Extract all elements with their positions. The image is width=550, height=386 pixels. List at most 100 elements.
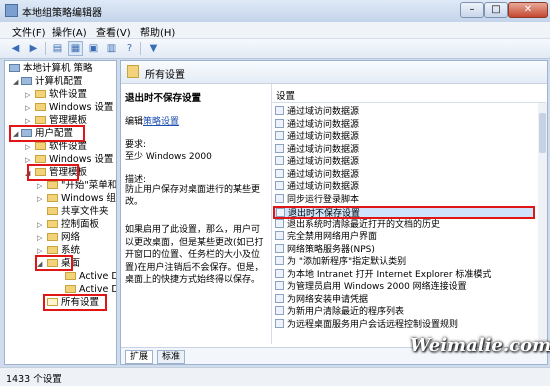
menu-file[interactable]: 文件(F): [12, 24, 46, 39]
policy-icon: [275, 231, 284, 240]
list-item-selected[interactable]: 退出时不保存设置: [273, 206, 535, 219]
scrollbar[interactable]: [538, 103, 547, 343]
highlight-box: [43, 294, 107, 311]
edit-policy-link[interactable]: 策略设置: [143, 117, 179, 127]
details-pane: 所有设置 退出时不保存设置 编辑策略设置 要求: 至少 Windows 2000…: [120, 60, 548, 365]
forward-arrow-icon[interactable]: ▶: [26, 41, 41, 56]
maximize-button[interactable]: □: [484, 2, 508, 18]
tree-item-active-desktop[interactable]: Active Des: [65, 271, 116, 283]
status-bar: 1433 个设置: [0, 367, 550, 386]
policy-icon: [275, 143, 284, 153]
tree-item-user-software-settings[interactable]: 软件设置: [35, 141, 87, 153]
window-title: 本地组策略编辑器: [22, 8, 102, 19]
policy-tree: 本地计算机 策略 ◢ 计算机配置 ▷ 软件设置 ▷ Windows 设置 ▷ 管…: [4, 60, 117, 365]
properties-icon[interactable]: ▣: [86, 41, 101, 56]
menu-bar: 文件(F) 操作(A) 查看(V) 帮助(H): [0, 22, 550, 39]
tree-item-network[interactable]: 网络: [47, 232, 80, 244]
tree-item-software-settings[interactable]: 软件设置: [35, 89, 87, 101]
tree-item-local-policy[interactable]: 本地计算机 策略: [9, 63, 93, 75]
tab-extended[interactable]: 扩展: [125, 350, 154, 364]
collapse-arrow-icon[interactable]: ▷: [25, 104, 30, 112]
list-item[interactable]: 网络策略服务器(NPS): [275, 243, 375, 257]
expand-arrow-icon[interactable]: ◢: [13, 78, 18, 86]
folder-icon: [35, 103, 46, 111]
list-item[interactable]: 通过域访问数据源: [275, 181, 359, 194]
folder-icon: [35, 90, 46, 98]
back-arrow-icon[interactable]: ◀: [8, 41, 23, 56]
policy-icon: [275, 193, 284, 203]
folder-icon: [35, 116, 46, 124]
folder-icon: [47, 233, 58, 241]
app-icon: [5, 4, 18, 17]
folder-icon: [35, 155, 46, 163]
list-item[interactable]: 退出系统时清除最近打开的文档的历史: [275, 218, 440, 232]
tree-item-control-panel[interactable]: 控制面板: [47, 219, 99, 231]
policy-icon: [275, 106, 284, 115]
computer-icon: [21, 77, 32, 85]
tree-item-windows-components[interactable]: Windows 组件: [47, 193, 116, 205]
folder-icon: [47, 246, 58, 254]
collapse-arrow-icon[interactable]: ▷: [25, 91, 30, 99]
policy-icon: [275, 318, 284, 328]
tree-item-start-menu[interactable]: "开始"菜单和: [47, 180, 116, 192]
collapse-arrow-icon[interactable]: ▷: [37, 182, 42, 190]
collapse-arrow-icon[interactable]: ▷: [37, 247, 42, 255]
filter-icon[interactable]: ▼: [146, 41, 161, 56]
close-button[interactable]: ✕: [508, 2, 548, 18]
details-header: 所有设置: [121, 61, 547, 84]
minimize-button[interactable]: –: [460, 2, 484, 18]
settings-folder-icon: [127, 65, 139, 78]
menu-help[interactable]: 帮助(H): [140, 24, 175, 39]
up-folder-icon[interactable]: ▤: [50, 41, 65, 56]
details-title: 所有设置: [145, 70, 185, 81]
list-item[interactable]: 通过域访问数据源: [275, 168, 359, 182]
export-list-icon[interactable]: ▥: [104, 41, 119, 56]
menu-action[interactable]: 操作(A): [52, 24, 87, 39]
list-item[interactable]: 为新用户清除最近的程序列表: [275, 306, 404, 319]
list-item[interactable]: 通过域访问数据源: [275, 156, 359, 169]
policy-icon: [275, 181, 284, 190]
folder-icon: [35, 142, 46, 150]
status-text: 1433 个设置: [6, 374, 62, 385]
policy-icon: [275, 131, 284, 140]
title-bar: 本地组策略编辑器 – □ ✕: [0, 0, 550, 22]
tree-item-windows-settings[interactable]: Windows 设置: [35, 102, 113, 114]
collapse-arrow-icon[interactable]: ▷: [25, 117, 30, 125]
tree-item-computer-config[interactable]: 计算机配置: [21, 76, 83, 88]
requirement-value: 至少 Windows 2000: [125, 152, 212, 162]
collapse-arrow-icon[interactable]: ▷: [37, 221, 42, 229]
folder-icon: [47, 194, 58, 202]
toolbar-separator: [45, 42, 46, 55]
list-item[interactable]: 通过域访问数据源: [275, 118, 359, 132]
help-icon[interactable]: ?: [122, 41, 137, 56]
policy-icon: [276, 208, 285, 217]
edit-policy-line: 编辑策略设置: [125, 117, 180, 127]
description-text: 防止用户保存对桌面进行的某些更改。: [125, 185, 261, 207]
list-item[interactable]: 为 "添加新程序"指定默认类别: [275, 256, 406, 269]
list-item[interactable]: 通过域访问数据源: [275, 131, 359, 144]
collapse-arrow-icon[interactable]: ▷: [25, 156, 30, 164]
policy-icon: [275, 293, 284, 303]
setting-heading: 退出时不保存设置: [125, 93, 202, 104]
list-header-setting[interactable]: 设置: [276, 88, 295, 102]
collapse-arrow-icon[interactable]: ▷: [37, 195, 42, 203]
list-item[interactable]: 为管理员启用 Windows 2000 网络连接设置: [275, 281, 467, 294]
folder-icon: [47, 181, 58, 189]
settings-list: 设置 通过域访问数据源 通过域访问数据源 通过域访问数据源 通过域访问数据源 通…: [271, 84, 547, 344]
tab-standard[interactable]: 标准: [157, 350, 186, 364]
collapse-arrow-icon[interactable]: ▷: [25, 143, 30, 151]
list-item[interactable]: 同步运行登录脚本: [275, 193, 359, 207]
highlight-box: [35, 255, 73, 271]
show-tree-icon[interactable]: ▦: [68, 41, 83, 56]
policy-icon: [275, 268, 284, 278]
folder-icon: [65, 285, 76, 293]
menu-view[interactable]: 查看(V): [96, 24, 131, 39]
list-item[interactable]: 为网络安装申请凭据: [275, 293, 368, 307]
list-item[interactable]: 通过域访问数据源: [275, 106, 359, 119]
tree-item-shared-folders[interactable]: 共享文件夹: [47, 206, 109, 218]
scrollbar-thumb[interactable]: [539, 113, 546, 153]
list-item[interactable]: 完全禁用网络用户界面: [275, 231, 377, 244]
list-item[interactable]: 通过域访问数据源: [275, 143, 359, 157]
collapse-arrow-icon[interactable]: ▷: [37, 234, 42, 242]
list-item[interactable]: 为本地 Intranet 打开 Internet Explorer 标准模式: [275, 268, 491, 282]
